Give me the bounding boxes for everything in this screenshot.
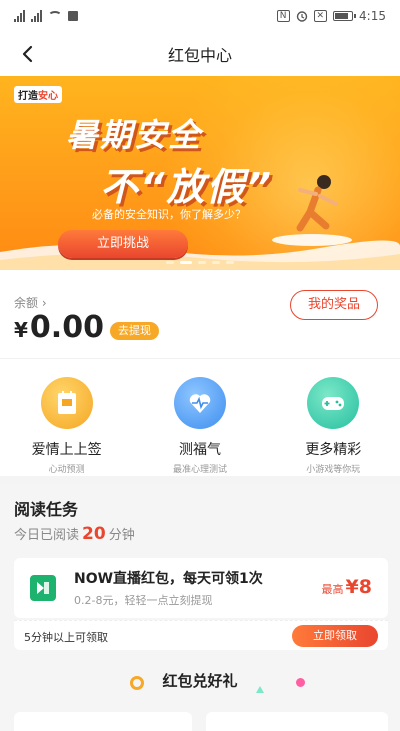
notification-icon xyxy=(68,11,78,21)
battery-icon xyxy=(333,11,357,21)
signal-icon xyxy=(14,10,25,22)
task-card-now-live[interactable]: NOW直播红包，每天可领1次 0.2-8元，轻轻一点立刻提现 最高 ¥8 xyxy=(14,558,388,618)
gift-card-right[interactable] xyxy=(206,712,388,731)
entry-more[interactable]: 更多精彩 小游戏等你玩 xyxy=(273,377,393,476)
banner-challenge-button[interactable]: 立即挑战 xyxy=(58,230,188,258)
back-arrow-icon[interactable] xyxy=(18,44,38,64)
balance-amount: ¥0.00 xyxy=(14,310,104,345)
sim-icon: ✕ xyxy=(313,10,328,22)
entry-subtitle: 最准心理测试 xyxy=(172,465,227,475)
banner-logo: 打造安心 xyxy=(14,86,62,103)
read-progress: 今日已阅读 20 分钟 xyxy=(14,524,135,544)
promo-banner[interactable]: 打造安心 暑期安全 不“放假” 必备的安全知识，你了解多少？ 立即挑战 xyxy=(0,76,400,270)
task-max-reward: 最高 ¥8 xyxy=(321,576,372,598)
heart-icon xyxy=(173,377,226,429)
feature-entries: 爱情上上签 心动预测 测福气 最准心理测试 更多精彩 小游戏等你玩 xyxy=(0,358,400,476)
entry-title: 爱情上上签 xyxy=(31,442,102,458)
gift-card-left[interactable] xyxy=(14,712,192,731)
banner-title-line2: 不“放假” xyxy=(100,165,273,209)
nfc-icon: N xyxy=(276,10,290,22)
entry-luck-test[interactable]: 测福气 最准心理测试 xyxy=(140,377,260,476)
entry-title: 更多精彩 xyxy=(305,442,362,458)
banner-pagination xyxy=(0,261,400,264)
reading-tasks-section: 阅读任务 今日已阅读 20 分钟 NOW直播红包，每天可领1次 0.2-8元，轻轻一… xyxy=(0,484,400,731)
balance-card: 余额 › ¥0.00 去提现 我的奖品 xyxy=(0,270,400,358)
status-time: 4:15 xyxy=(359,9,386,23)
claim-row: 5分钟以上可领取 立即领取 xyxy=(14,620,388,650)
task-description: 0.2-8元，轻轻一点立刻提现 xyxy=(74,594,213,607)
claim-now-button[interactable]: 立即领取 xyxy=(292,625,378,647)
task-name: NOW直播红包，每天可领1次 xyxy=(74,571,263,587)
my-prizes-button[interactable]: 我的奖品 xyxy=(290,290,378,320)
status-bar: N ✕ 4:15 xyxy=(0,0,400,32)
entry-love-fortune[interactable]: 爱情上上签 心动预测 xyxy=(7,377,127,476)
redeem-gifts-title: 红包兑好礼 xyxy=(162,672,238,690)
status-left xyxy=(14,10,78,22)
nav-bar: 红包中心 xyxy=(0,32,400,76)
wifi-icon xyxy=(48,11,62,21)
entry-title: 测福气 xyxy=(178,442,221,458)
envelope-icon xyxy=(40,377,93,429)
now-logo-icon xyxy=(30,575,56,601)
banner-title-line1: 暑期安全 xyxy=(66,116,203,154)
alarm-icon xyxy=(296,11,307,22)
entry-subtitle: 小游戏等你玩 xyxy=(306,465,361,475)
withdraw-button[interactable]: 去提现 xyxy=(110,322,159,340)
claim-condition: 5分钟以上可领取 xyxy=(24,631,108,644)
balance-label[interactable]: 余额 › xyxy=(14,294,47,311)
gamepad-icon xyxy=(307,377,360,429)
banner-subtitle: 必备的安全知识，你了解多少？ xyxy=(92,208,246,221)
entry-subtitle: 心动预测 xyxy=(48,465,85,475)
status-right: N ✕ 4:15 xyxy=(276,9,386,23)
page-title: 红包中心 xyxy=(167,46,232,65)
section-title: 阅读任务 xyxy=(14,500,79,519)
signal-icon-2 xyxy=(31,10,42,22)
